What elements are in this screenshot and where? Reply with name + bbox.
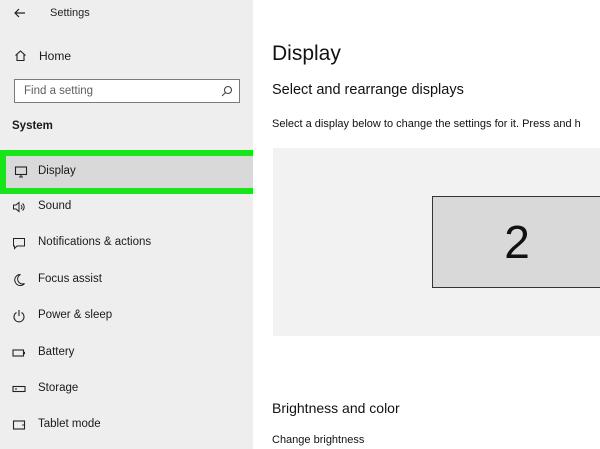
sidebar-item-label: Focus assist (38, 273, 102, 285)
sidebar-item-label: Sound (38, 200, 72, 212)
sidebar-item-label: Notifications & actions (38, 236, 152, 248)
search-placeholder: Find a setting (24, 85, 94, 97)
sidebar-item-battery[interactable]: Battery (0, 336, 253, 370)
battery-icon (12, 346, 26, 360)
tablet-icon (12, 418, 26, 432)
search-input[interactable]: Find a setting (14, 79, 240, 103)
notification-icon (12, 236, 26, 250)
home-icon (14, 49, 27, 62)
back-arrow-icon (14, 8, 26, 18)
power-icon (12, 309, 26, 323)
sidebar-item-label: Power & sleep (38, 309, 113, 321)
back-button[interactable] (8, 4, 32, 22)
sidebar-item-label: Storage (38, 382, 79, 394)
home-label: Home (39, 49, 72, 63)
page-title: Display (272, 42, 341, 65)
sidebar-item-label: Tablet mode (38, 418, 101, 430)
title-bar: Settings (0, 0, 253, 28)
arrange-description: Select a display below to change the set… (272, 118, 581, 130)
main-content: Display Select and rearrange displays Se… (253, 0, 600, 449)
sidebar-item-power-sleep[interactable]: Power & sleep (0, 299, 253, 333)
sidebar-item-storage[interactable]: Storage (0, 372, 253, 406)
moon-icon (12, 273, 26, 287)
sidebar-item-label: Display (38, 165, 76, 177)
brightness-heading: Brightness and color (272, 400, 400, 416)
app-title: Settings (50, 7, 90, 19)
arrange-heading: Select and rearrange displays (272, 82, 464, 98)
speaker-icon (12, 200, 26, 214)
monitor-icon (14, 165, 28, 179)
sidebar-item-notifications[interactable]: Notifications & actions (0, 226, 253, 260)
brightness-label: Change brightness (272, 434, 365, 446)
display-arrangement-area[interactable]: 2 (273, 148, 600, 336)
search-icon[interactable] (221, 85, 233, 97)
storage-icon (12, 382, 26, 396)
sidebar: Settings Home Find a setting System Disp… (0, 0, 261, 449)
sidebar-item-focus-assist[interactable]: Focus assist (0, 263, 253, 297)
section-heading: System (12, 120, 53, 132)
sidebar-item-label: Battery (38, 346, 75, 358)
sidebar-item-tablet-mode[interactable]: Tablet mode (0, 408, 253, 442)
sidebar-item-home[interactable]: Home (0, 42, 253, 70)
sidebar-item-display[interactable]: Display (0, 150, 261, 194)
display-2-tile[interactable]: 2 (432, 196, 600, 288)
sidebar-item-sound[interactable]: Sound (0, 190, 253, 224)
